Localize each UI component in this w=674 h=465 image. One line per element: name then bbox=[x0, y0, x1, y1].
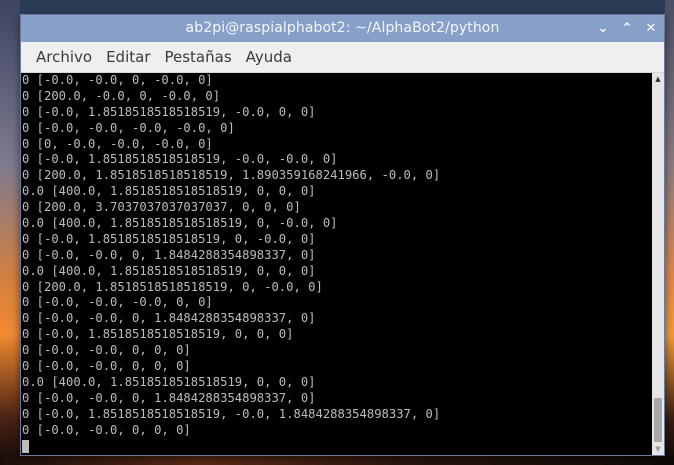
terminal-line: 0 [-0.0, -0.0, 0, 0, 0] bbox=[22, 343, 191, 358]
terminal-line: 0 [-0.0, -0.0, -0.0, 0, 0] bbox=[22, 295, 213, 310]
terminal-line: 0 [-0.0, -0.0, 0, -0.0, 0] bbox=[22, 73, 213, 87]
terminal-line: 0 [-0.0, 1.8518518518518519, 0, -0.0, 0] bbox=[22, 231, 316, 246]
desktop-wallpaper-left bbox=[0, 0, 20, 465]
terminal-line: 0 [-0.0, -0.0, 0, 0, 0] bbox=[22, 422, 191, 437]
terminal-line: 0 [-0.0, 1.8518518518518519, -0.0, -0.0,… bbox=[22, 152, 338, 167]
terminal-line: 0.0 [400.0, 1.8518518518518519, 0, -0.0,… bbox=[22, 216, 338, 231]
terminal-prompt-line bbox=[22, 438, 440, 454]
minimize-icon[interactable]: ⌄ bbox=[596, 19, 610, 37]
terminal-line: 0.0 [400.0, 1.8518518518518519, 0, 0, 0] bbox=[22, 184, 316, 199]
terminal-lines: 0 [-0.0, -0.0, 0, -0.0, 0] 0 [200.0, -0.0… bbox=[22, 73, 440, 454]
scroll-up-icon[interactable]: ▲ bbox=[652, 73, 664, 85]
window-titlebar[interactable]: ab2pi@raspialphabot2: ~/AlphaBot2/python… bbox=[21, 15, 664, 42]
terminal-line: 0 [-0.0, -0.0, 0, 1.8484288354898337, 0] bbox=[22, 311, 316, 326]
terminal-output[interactable]: 0 [-0.0, -0.0, 0, -0.0, 0] 0 [200.0, -0.0… bbox=[21, 73, 653, 455]
window-title: ab2pi@raspialphabot2: ~/AlphaBot2/python bbox=[185, 20, 500, 36]
terminal-line: 0 [200.0, 1.8518518518518519, 1.89035916… bbox=[22, 168, 441, 183]
terminal-line: 0 [-0.0, 1.8518518518518519, 0, 0, 0] bbox=[22, 327, 294, 342]
terminal-line: 0 [-0.0, 1.8518518518518519, -0.0, 0, 0] bbox=[22, 104, 316, 119]
terminal-line: 0 [-0.0, -0.0, 0, 0, 0] bbox=[22, 359, 191, 374]
terminal-line: 0 [-0.0, -0.0, 0, 1.8484288354898337, 0] bbox=[22, 390, 316, 405]
terminal-line: 0 [-0.0, -0.0, -0.0, -0.0, 0] bbox=[22, 120, 235, 135]
terminal-line: 0 [-0.0, -0.0, 0, 1.8484288354898337, 0] bbox=[22, 247, 316, 262]
terminal-line: 0.0 [400.0, 1.8518518518518519, 0, 0, 0] bbox=[22, 374, 316, 389]
close-icon[interactable]: ✕ bbox=[644, 19, 658, 37]
menu-editar[interactable]: Editar bbox=[100, 45, 156, 69]
menubar: Archivo Editar Pestañas Ayuda bbox=[21, 42, 664, 73]
scrollbar-thumb[interactable] bbox=[654, 398, 662, 442]
terminal-window: ab2pi@raspialphabot2: ~/AlphaBot2/python… bbox=[20, 14, 665, 456]
terminal-line: 0 [-0.0, 1.8518518518518519, -0.0, 1.848… bbox=[22, 406, 441, 421]
terminal-line: 0 [200.0, -0.0, 0, -0.0, 0] bbox=[22, 88, 221, 103]
menu-archivo[interactable]: Archivo bbox=[30, 45, 98, 69]
scroll-down-icon[interactable]: ▼ bbox=[652, 443, 664, 455]
terminal-line: 0 [0, -0.0, -0.0, -0.0, 0] bbox=[22, 136, 213, 151]
menu-ayuda[interactable]: Ayuda bbox=[240, 45, 298, 69]
window-controls: ⌄ ⌃ ✕ bbox=[596, 19, 658, 37]
desktop-wallpaper-right bbox=[665, 0, 674, 465]
desktop-wallpaper-bottom bbox=[0, 456, 674, 465]
terminal-line: 0 [200.0, 3.7037037037037037, 0, 0, 0] bbox=[22, 200, 301, 215]
maximize-icon[interactable]: ⌃ bbox=[620, 19, 634, 37]
vertical-scrollbar[interactable]: ▲ ▼ bbox=[652, 73, 664, 455]
terminal-line: 0.0 [400.0, 1.8518518518518519, 0, 0, 0] bbox=[22, 263, 316, 278]
menu-pestanas[interactable]: Pestañas bbox=[159, 45, 238, 69]
terminal-line: 0 [200.0, 1.8518518518518519, 0, -0.0, 0… bbox=[22, 279, 323, 294]
text-cursor bbox=[22, 440, 29, 454]
